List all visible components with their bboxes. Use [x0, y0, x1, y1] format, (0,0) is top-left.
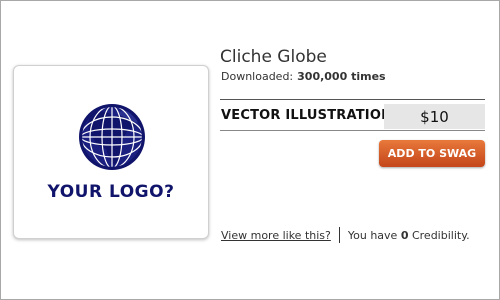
credibility-value: 0	[400, 228, 409, 242]
credibility-text: You have 0 Credibility.	[348, 229, 470, 242]
divider	[220, 99, 485, 100]
downloads-count: 300,000 times	[297, 70, 386, 83]
price-badge: $10	[384, 104, 485, 129]
separator	[338, 227, 340, 243]
globe-icon	[79, 104, 145, 170]
divider	[220, 130, 485, 131]
license-type-label: VECTOR ILLUSTRATION	[221, 108, 393, 123]
product-thumbnail[interactable]: YOUR LOGO?	[13, 65, 209, 239]
logo-placeholder-text: YOUR LOGO?	[47, 182, 175, 202]
credibility-suffix: Credibility.	[411, 228, 470, 242]
downloads-label: Downloaded:	[221, 70, 294, 83]
download-stats: Downloaded: 300,000 times	[221, 70, 386, 83]
product-card: YOUR LOGO? Cliche Globe Downloaded: 300,0…	[0, 0, 500, 300]
add-to-swag-button[interactable]: ADD TO SWAG	[379, 140, 485, 167]
footer-row: View more like this? You have 0 Credibil…	[221, 227, 470, 243]
credibility-prefix: You have	[347, 228, 398, 242]
product-title: Cliche Globe	[220, 47, 327, 67]
view-more-link[interactable]: View more like this?	[221, 229, 331, 242]
